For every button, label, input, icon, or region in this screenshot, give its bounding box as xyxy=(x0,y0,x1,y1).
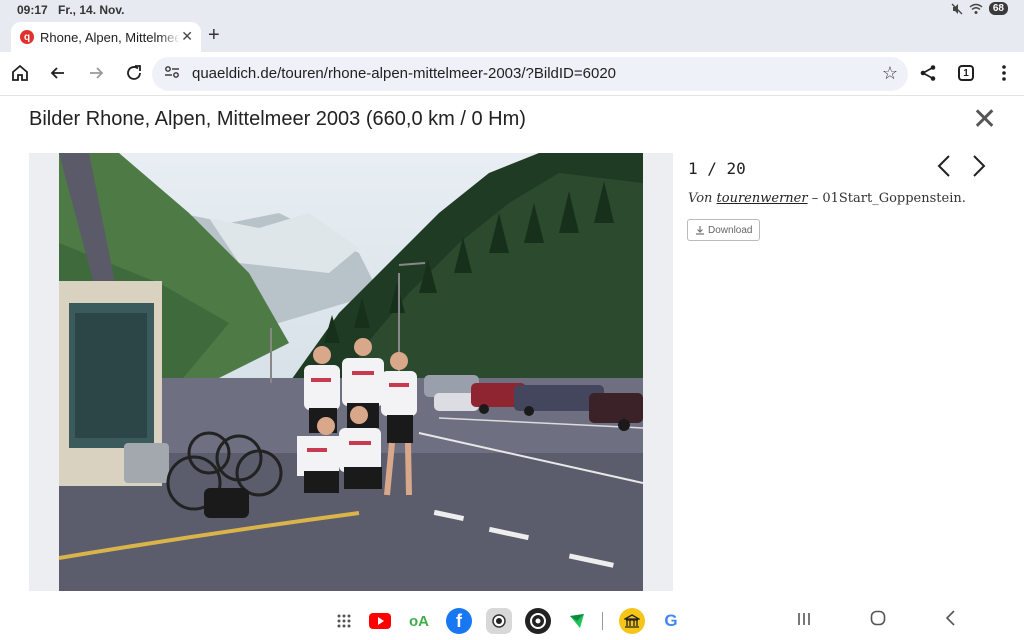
settings-wheel-icon[interactable] xyxy=(525,608,551,634)
status-bar: 09:17 Fr., 14. Nov. 68 xyxy=(0,0,1024,20)
youtube-icon[interactable] xyxy=(367,608,393,634)
new-tab-button[interactable]: + xyxy=(208,24,220,47)
caption-text: – 01Start_Goppenstein. xyxy=(807,191,966,206)
tab-count: 1 xyxy=(958,65,974,81)
tab-active[interactable]: q Rhone, Alpen, Mittelmeer ✕ xyxy=(11,22,201,52)
page-title: Bilder Rhone, Alpen, Mittelmeer 2003 (66… xyxy=(29,108,526,130)
download-label: Download xyxy=(708,224,753,236)
outdooractive-icon[interactable]: oA xyxy=(406,608,432,634)
camera-icon[interactable] xyxy=(486,608,512,634)
wifi-icon xyxy=(969,3,983,14)
chevron-right-icon[interactable] xyxy=(972,154,986,185)
caption-prefix: Von xyxy=(688,191,713,206)
share-icon[interactable] xyxy=(916,61,940,85)
home-nav-icon[interactable] xyxy=(870,610,886,631)
battery-indicator: 68 xyxy=(988,2,1008,15)
app-grid-icon[interactable] xyxy=(331,608,357,634)
browser-toolbar: quaeldich.de/touren/rhone-alpen-mittelme… xyxy=(0,52,1024,96)
author-link[interactable]: tourenwerner xyxy=(717,191,808,206)
dock-divider xyxy=(602,612,603,630)
recent-apps-icon[interactable] xyxy=(796,610,812,631)
photo-viewer xyxy=(29,153,673,591)
image-counter: 1 / 20 xyxy=(688,159,746,178)
image-caption: Von tourenwerner – 01Start_Goppenstein. xyxy=(688,191,966,206)
status-time: 09:17 xyxy=(17,3,48,17)
tab-switcher-button[interactable]: 1 xyxy=(954,61,978,85)
tab-strip: q Rhone, Alpen, Mittelmeer ✕ + xyxy=(0,20,1024,52)
google-icon[interactable]: G xyxy=(658,608,684,634)
download-button[interactable]: Download xyxy=(687,219,761,241)
more-vert-icon[interactable] xyxy=(992,61,1016,85)
home-icon[interactable] xyxy=(8,61,32,85)
site-settings-icon[interactable] xyxy=(164,65,180,82)
facebook-icon[interactable]: f xyxy=(446,608,472,634)
arrow-left-icon[interactable] xyxy=(46,61,70,85)
arrow-right-icon[interactable] xyxy=(84,61,108,85)
maps-arrow-icon[interactable] xyxy=(564,608,590,634)
close-icon[interactable]: ✕ xyxy=(972,105,997,135)
download-icon xyxy=(696,226,704,235)
star-icon[interactable]: ☆ xyxy=(882,63,898,84)
back-nav-icon[interactable] xyxy=(944,610,956,631)
site-favicon-icon: q xyxy=(20,30,34,44)
mute-icon xyxy=(951,3,963,14)
tab-close-icon[interactable]: ✕ xyxy=(181,28,193,45)
android-taskbar: oA f G xyxy=(0,600,1024,640)
reload-icon[interactable] xyxy=(122,61,146,85)
chevron-left-icon[interactable] xyxy=(937,154,951,185)
status-icons: 68 xyxy=(951,2,1008,15)
url-text[interactable]: quaeldich.de/touren/rhone-alpen-mittelme… xyxy=(192,65,616,82)
address-bar[interactable]: quaeldich.de/touren/rhone-alpen-mittelme… xyxy=(152,57,908,91)
museum-icon[interactable] xyxy=(619,608,645,634)
gallery-photo[interactable] xyxy=(59,153,643,591)
status-date: Fr., 14. Nov. xyxy=(58,3,125,17)
tab-title: Rhone, Alpen, Mittelmeer xyxy=(40,29,180,45)
